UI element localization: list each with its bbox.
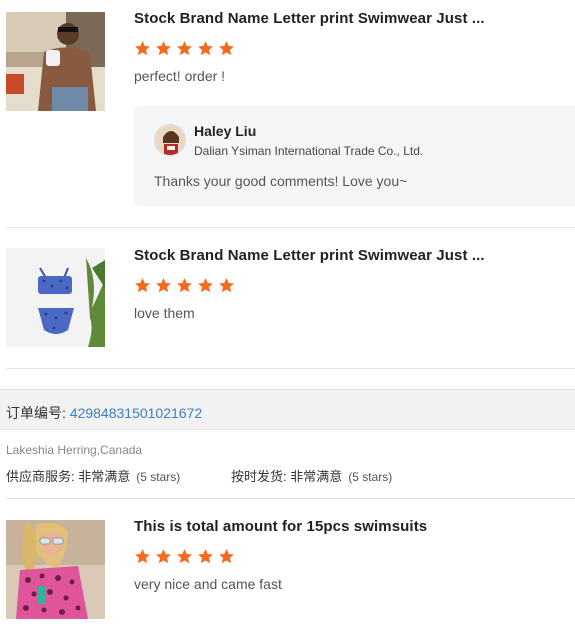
- seller-ratings: 供应商服务: 非常满意 (5 stars) 按时发货: 非常满意 (5 stars): [6, 466, 575, 484]
- product-thumbnail[interactable]: [6, 248, 105, 347]
- order-number-link[interactable]: 42984831501021672: [70, 405, 202, 421]
- review-product-title[interactable]: This is total amount for 15pcs swimsuits: [134, 518, 427, 535]
- rating-stars: [134, 40, 235, 58]
- review-comment: very nice and came fast: [134, 576, 282, 592]
- supplier-avatar: [154, 124, 186, 156]
- product-photo-beach: [6, 12, 105, 111]
- review-item: This is total amount for 15pcs swimsuits…: [0, 499, 575, 626]
- star-icon: [177, 549, 192, 564]
- product-photo-leopard: [6, 520, 105, 619]
- rating-stars: [134, 548, 235, 566]
- order-number-label: 订单编号:: [6, 405, 70, 421]
- star-icon: [135, 41, 150, 56]
- delivery-rating-note: (5 stars): [348, 470, 393, 484]
- supplier-service-label: 供应商服务: 非常满意: [6, 469, 131, 484]
- supplier-service-rating: 供应商服务: 非常满意 (5 stars): [6, 466, 180, 485]
- rating-stars: [134, 277, 235, 295]
- supplier-company: Dalian Ysiman International Trade Co., L…: [194, 144, 424, 158]
- star-icon: [219, 549, 234, 564]
- review-comment: love them: [134, 305, 195, 321]
- review-product-title[interactable]: Stock Brand Name Letter print Swimwear J…: [134, 10, 485, 27]
- review-comment: perfect! order !: [134, 68, 226, 84]
- delivery-rating: 按时发货: 非常满意 (5 stars): [231, 466, 392, 485]
- star-icon: [198, 41, 213, 56]
- delivery-rating-label: 按时发货: 非常满意: [231, 469, 343, 484]
- star-icon: [219, 41, 234, 56]
- star-icon: [177, 41, 192, 56]
- review-item: Stock Brand Name Letter print Swimwear J…: [0, 0, 575, 228]
- supplier-name: Haley Liu: [194, 123, 257, 139]
- star-icon: [198, 278, 213, 293]
- order-info-bar: 订单编号: 42984831501021672: [0, 389, 575, 430]
- product-photo-bikini: [6, 248, 105, 347]
- product-thumbnail[interactable]: [6, 12, 105, 111]
- star-icon: [198, 549, 213, 564]
- star-icon: [156, 41, 171, 56]
- divider: [6, 368, 575, 369]
- star-icon: [135, 549, 150, 564]
- product-thumbnail[interactable]: [6, 520, 105, 619]
- star-icon: [219, 278, 234, 293]
- order-label: 订单编号: 42984831501021672: [6, 403, 202, 423]
- supplier-reply-text: Thanks your good comments! Love you~: [154, 173, 408, 189]
- supplier-service-note: (5 stars): [136, 470, 181, 484]
- star-icon: [177, 278, 192, 293]
- supplier-reply: Haley Liu Dalian Ysiman International Tr…: [134, 106, 575, 206]
- star-icon: [156, 278, 171, 293]
- review-item: Stock Brand Name Letter print Swimwear J…: [0, 228, 575, 368]
- star-icon: [135, 278, 150, 293]
- buyer-name: Lakeshia Herring,Canada: [6, 443, 143, 457]
- star-icon: [156, 549, 171, 564]
- review-product-title[interactable]: Stock Brand Name Letter print Swimwear J…: [134, 247, 485, 264]
